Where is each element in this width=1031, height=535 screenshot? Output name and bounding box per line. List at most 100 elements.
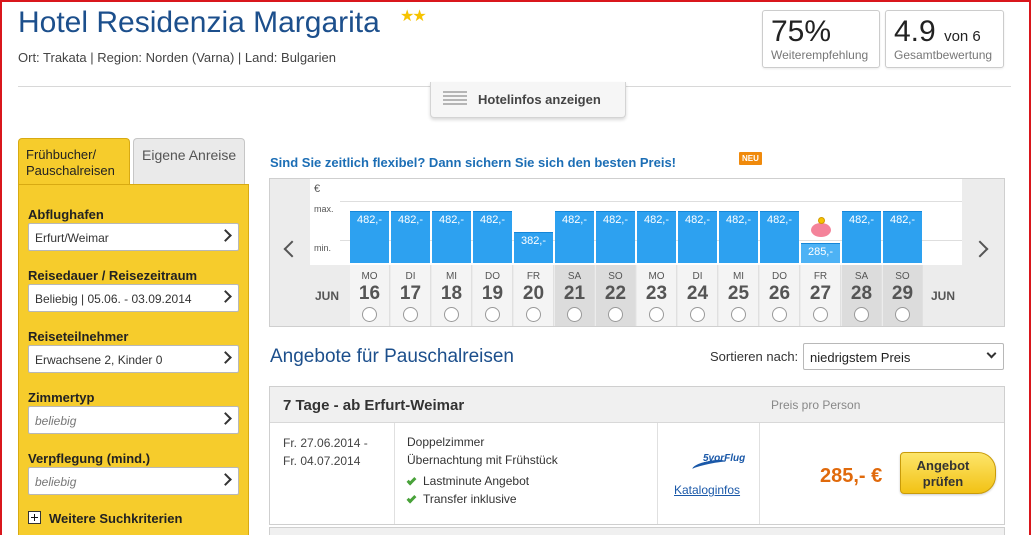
weekday-label: FR bbox=[813, 271, 828, 282]
calendar-day[interactable]: DI 24 bbox=[678, 265, 718, 326]
board-select[interactable]: beliebig bbox=[28, 467, 239, 495]
piggy-bank-icon bbox=[810, 217, 832, 237]
recommendation-score: 75% Weiterempfehlung bbox=[762, 10, 880, 68]
price-bar[interactable]: 482,- bbox=[678, 211, 717, 263]
price-bar-label: 482,- bbox=[684, 214, 711, 226]
day-number: 29 bbox=[891, 283, 914, 304]
sort-select[interactable]: niedrigstem Preis bbox=[803, 343, 1004, 370]
calendar-day[interactable]: MI 25 bbox=[719, 265, 759, 326]
calendar-day[interactable]: DO 19 bbox=[473, 265, 513, 326]
star-rating-icon: ★★ bbox=[400, 8, 427, 25]
day-radio[interactable] bbox=[895, 307, 910, 322]
calendar-day[interactable]: SA 28 bbox=[842, 265, 882, 326]
duration-select[interactable]: Beliebig | 05.06. - 03.09.2014 bbox=[28, 284, 239, 312]
offer-room: Doppelzimmer Übernachtung mit Frühstück bbox=[407, 433, 558, 469]
price-bar-label: 482,- bbox=[438, 214, 465, 226]
hotelinfo-button[interactable]: Hotelinfos anzeigen bbox=[430, 82, 626, 118]
tab-eigene-anreise[interactable]: Eigene Anreise bbox=[133, 138, 245, 184]
price-bar[interactable]: 482,- bbox=[637, 211, 676, 263]
calendar-prev-button[interactable] bbox=[270, 179, 310, 326]
new-badge: NEU bbox=[739, 152, 762, 165]
calendar-day[interactable]: MO 23 bbox=[637, 265, 677, 326]
board-value: beliebig bbox=[35, 475, 77, 489]
calendar-day[interactable]: SO 29 bbox=[883, 265, 923, 326]
check-offer-button[interactable]: Angebot prüfen bbox=[900, 452, 996, 494]
price-bar[interactable]: 482,- bbox=[473, 211, 512, 263]
chevron-left-icon bbox=[283, 240, 301, 258]
next-offer-card bbox=[269, 527, 1005, 535]
offers-heading: Angebote für Pauschalreisen bbox=[270, 346, 514, 367]
calendar-day[interactable]: SO 22 bbox=[596, 265, 636, 326]
price-bar-label: 482,- bbox=[848, 214, 875, 226]
weekday-label: DI bbox=[692, 271, 703, 282]
day-radio[interactable] bbox=[731, 307, 746, 322]
check-offer-label: Angebot prüfen bbox=[916, 458, 970, 489]
day-radio[interactable] bbox=[772, 307, 787, 322]
price-bar[interactable]: 482,- bbox=[432, 211, 471, 263]
flexible-question: Sind Sie zeitlich flexibel? Dann sichern… bbox=[270, 155, 677, 170]
day-radio[interactable] bbox=[485, 307, 500, 322]
chevron-right-icon bbox=[219, 473, 232, 486]
price-bar[interactable]: 482,- bbox=[391, 211, 430, 263]
price-bar[interactable]: 482,- bbox=[350, 211, 389, 263]
price-bar[interactable]: 482,- bbox=[596, 211, 635, 263]
date-to: Fr. 04.07.2014 bbox=[283, 454, 361, 468]
calendar-day[interactable]: MI 18 bbox=[432, 265, 472, 326]
airport-value: Erfurt/Weimar bbox=[35, 231, 109, 245]
day-radio[interactable] bbox=[403, 307, 418, 322]
offer-title: 7 Tage - ab Erfurt-Weimar bbox=[283, 397, 465, 414]
weekday-label: SO bbox=[895, 271, 910, 282]
price-bars-area: € max. min. 482,- 482,- 482,- 482,- 382,- 482… bbox=[310, 179, 962, 265]
tab-pauschalreisen[interactable]: Frühbucher/ Pauschalreisen bbox=[18, 138, 130, 186]
calendar-day[interactable]: SA 21 bbox=[555, 265, 595, 326]
price-bar[interactable]: 482,- bbox=[719, 211, 758, 263]
weekday-label: SO bbox=[608, 271, 623, 282]
chevron-right-icon bbox=[219, 229, 232, 242]
min-label: min. bbox=[314, 243, 332, 253]
travelers-select[interactable]: Erwachsene 2, Kinder 0 bbox=[28, 345, 239, 373]
sort-label: Sortieren nach: bbox=[710, 349, 799, 364]
day-radio[interactable] bbox=[813, 307, 828, 322]
price-bar[interactable]: 285,- bbox=[801, 243, 840, 263]
day-radio[interactable] bbox=[362, 307, 377, 322]
day-radio[interactable] bbox=[567, 307, 582, 322]
day-radio[interactable] bbox=[526, 307, 541, 322]
day-number: 25 bbox=[727, 283, 750, 304]
price-bar[interactable]: 482,- bbox=[883, 211, 922, 263]
calendar-day[interactable]: FR 20 bbox=[514, 265, 554, 326]
roomtype-select[interactable]: beliebig bbox=[28, 406, 239, 434]
filter-label-board: Verpflegung (mind.) bbox=[28, 451, 151, 466]
calendar-day[interactable]: MO 16 bbox=[350, 265, 390, 326]
day-radio[interactable] bbox=[649, 307, 664, 322]
gridline-max bbox=[340, 201, 962, 202]
calendar-day[interactable]: DO 26 bbox=[760, 265, 800, 326]
chevron-right-icon bbox=[219, 290, 232, 303]
hotel-location: Ort: Trakata | Region: Norden (Varna) | … bbox=[18, 50, 336, 65]
day-radio[interactable] bbox=[608, 307, 623, 322]
more-criteria-toggle[interactable]: Weitere Suchkriterien bbox=[28, 511, 182, 526]
calendar-day[interactable]: FR 27 bbox=[801, 265, 841, 326]
operator-name: 5vorFlug bbox=[703, 453, 746, 464]
catalog-info-link[interactable]: Kataloginfos bbox=[674, 483, 740, 497]
price-bar-label: 482,- bbox=[602, 214, 629, 226]
rating-unit: von 6 bbox=[944, 28, 981, 45]
day-radio[interactable] bbox=[444, 307, 459, 322]
calendar-next-button[interactable] bbox=[964, 179, 1004, 326]
day-radio[interactable] bbox=[690, 307, 705, 322]
calendar-day[interactable]: DI 17 bbox=[391, 265, 431, 326]
price-bar[interactable]: 482,- bbox=[842, 211, 881, 263]
day-number: 19 bbox=[481, 283, 504, 304]
price-bar[interactable]: 482,- bbox=[760, 211, 799, 263]
price-bar-label: 482,- bbox=[397, 214, 424, 226]
airport-select[interactable]: Erfurt/Weimar bbox=[28, 223, 239, 251]
price-bar[interactable]: 382,- bbox=[514, 232, 553, 263]
offer-price: 285,- € bbox=[820, 465, 883, 487]
filter-label-duration: Reisedauer / Reisezeitraum bbox=[28, 268, 198, 283]
price-bar[interactable]: 482,- bbox=[555, 211, 594, 263]
weekday-label: FR bbox=[526, 271, 541, 282]
day-radio[interactable] bbox=[854, 307, 869, 322]
feature-label: Lastminute Angebot bbox=[423, 474, 530, 488]
day-number: 23 bbox=[645, 283, 668, 304]
weekday-label: MI bbox=[445, 271, 458, 282]
price-bar-label: 482,- bbox=[643, 214, 670, 226]
